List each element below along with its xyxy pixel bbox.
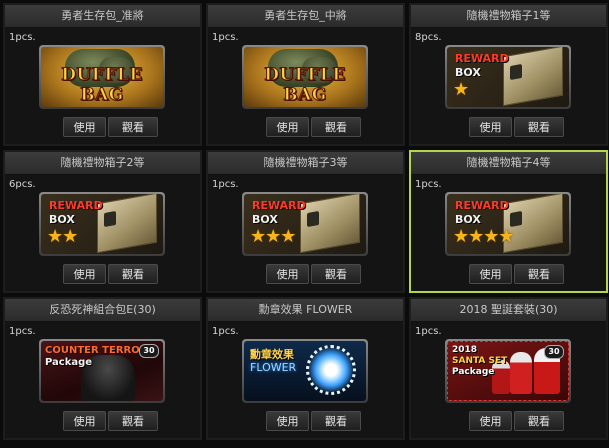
item-thumbnail: REWARD BOX ★★★★ (445, 192, 571, 256)
star-rating: ★★ (47, 226, 78, 247)
counter-terror-label: COUNTER TERROR (45, 345, 148, 356)
use-button[interactable]: 使用 (469, 117, 512, 137)
item-quantity: 1pcs. (212, 32, 239, 43)
view-button[interactable]: 觀看 (108, 117, 158, 137)
star-rating: ★ (453, 79, 469, 100)
package-label: Package (45, 357, 93, 368)
use-button[interactable]: 使用 (63, 264, 106, 284)
item-title: 隨機禮物箱子1等 (411, 5, 606, 28)
reward-box-icon: REWARD BOX ★ (447, 47, 569, 107)
box-label: BOX (455, 66, 481, 79)
use-button[interactable]: 使用 (266, 411, 309, 431)
box-label: BOX (252, 213, 278, 226)
item-card-duffle-bag-lt-general[interactable]: 勇者生存包_中將 1pcs. DUFFLE BAG 使用 觀看 (206, 3, 405, 146)
item-thumbnail: DUFFLE BAG (242, 45, 368, 109)
item-thumbnail: REWARD BOX ★ (445, 45, 571, 109)
item-quantity: 8pcs. (415, 32, 442, 43)
duration-badge: 30 (544, 345, 564, 359)
item-thumbnail: DUFFLE BAG (39, 45, 165, 109)
inventory-grid: 勇者生存包_准將 1pcs. DUFFLE BAG 使用 觀看 勇者生存包_中將… (0, 0, 609, 448)
duffle-bag-icon: DUFFLE BAG (244, 47, 366, 107)
reward-label: REWARD (49, 199, 103, 212)
item-title: 2018 聖誕套裝(30) (411, 299, 606, 322)
box-label: BOX (455, 213, 481, 226)
item-quantity: 1pcs. (212, 326, 239, 337)
item-title: 隨機禮物箱子4等 (411, 152, 606, 175)
item-title: 勇者生存包_准將 (5, 5, 200, 28)
view-button[interactable]: 觀看 (514, 264, 564, 284)
item-card-reward-box-1[interactable]: 隨機禮物箱子1等 8pcs. REWARD BOX ★ 使用 觀看 (409, 3, 608, 146)
use-button[interactable]: 使用 (266, 117, 309, 137)
item-title: 反恐死神組合包E(30) (5, 299, 200, 322)
year-label: 2018 (452, 345, 478, 355)
item-quantity: 1pcs. (9, 32, 36, 43)
item-thumbnail: 勳章效果 FLOWER (242, 339, 368, 403)
use-button[interactable]: 使用 (266, 264, 309, 284)
item-thumbnail: REWARD BOX ★★ (39, 192, 165, 256)
item-title: 勳章效果 FLOWER (208, 299, 403, 322)
duration-badge: 30 (139, 344, 159, 358)
reward-box-icon: REWARD BOX ★★★★ (447, 194, 569, 254)
item-title: 隨機禮物箱子2等 (5, 152, 200, 175)
item-thumbnail: COUNTER TERROR Package 30 (39, 339, 165, 403)
item-quantity: 1pcs. (9, 326, 36, 337)
item-title: 隨機禮物箱子3等 (208, 152, 403, 175)
use-button[interactable]: 使用 (469, 264, 512, 284)
use-button[interactable]: 使用 (63, 117, 106, 137)
view-button[interactable]: 觀看 (311, 117, 361, 137)
item-thumbnail: 2018 SANTA SET Package 30 (445, 339, 571, 403)
flower-medal-icon: 勳章效果 FLOWER (244, 341, 366, 401)
reward-label: REWARD (252, 199, 306, 212)
star-rating: ★★★★ (453, 226, 515, 247)
view-button[interactable]: 觀看 (108, 411, 158, 431)
reward-box-icon: REWARD BOX ★★ (41, 194, 163, 254)
box-label: BOX (49, 213, 75, 226)
view-button[interactable]: 觀看 (311, 264, 361, 284)
item-quantity: 1pcs. (212, 179, 239, 190)
duffle-bag-label: DUFFLE BAG (61, 65, 143, 106)
item-card-santa-set[interactable]: 2018 聖誕套裝(30) 1pcs. 2018 SANTA SET Packa… (409, 297, 608, 440)
view-button[interactable]: 觀看 (311, 411, 361, 431)
reward-label: REWARD (455, 199, 509, 212)
item-card-medal-flower[interactable]: 勳章效果 FLOWER 1pcs. 勳章效果 FLOWER 使用 觀看 (206, 297, 405, 440)
duffle-bag-icon: DUFFLE BAG (41, 47, 163, 107)
use-button[interactable]: 使用 (469, 411, 512, 431)
flower-label: FLOWER (250, 361, 297, 374)
santa-set-icon: 2018 SANTA SET Package 30 (447, 341, 569, 401)
reward-label: REWARD (455, 52, 509, 65)
item-card-counter-terror-package[interactable]: 反恐死神組合包E(30) 1pcs. COUNTER TERROR Packag… (3, 297, 202, 440)
medal-effect-label: 勳章效果 (250, 348, 294, 361)
item-quantity: 1pcs. (415, 179, 442, 190)
item-title: 勇者生存包_中將 (208, 5, 403, 28)
use-button[interactable]: 使用 (63, 411, 106, 431)
star-rating: ★★★ (250, 226, 296, 247)
view-button[interactable]: 觀看 (108, 264, 158, 284)
package-label: Package (452, 367, 495, 377)
item-card-reward-box-4[interactable]: 隨機禮物箱子4等 1pcs. REWARD BOX ★★★★ 使用 觀看 (409, 150, 608, 293)
item-card-reward-box-3[interactable]: 隨機禮物箱子3等 1pcs. REWARD BOX ★★★ 使用 觀看 (206, 150, 405, 293)
view-button[interactable]: 觀看 (514, 117, 564, 137)
counter-terror-package-icon: COUNTER TERROR Package 30 (41, 341, 163, 401)
item-quantity: 1pcs. (415, 326, 442, 337)
item-quantity: 6pcs. (9, 179, 36, 190)
reward-box-icon: REWARD BOX ★★★ (244, 194, 366, 254)
duffle-bag-label: DUFFLE BAG (264, 65, 346, 106)
view-button[interactable]: 觀看 (514, 411, 564, 431)
item-thumbnail: REWARD BOX ★★★ (242, 192, 368, 256)
santa-set-label: SANTA SET (452, 356, 508, 366)
item-card-reward-box-2[interactable]: 隨機禮物箱子2等 6pcs. REWARD BOX ★★ 使用 觀看 (3, 150, 202, 293)
item-card-duffle-bag-brigadier[interactable]: 勇者生存包_准將 1pcs. DUFFLE BAG 使用 觀看 (3, 3, 202, 146)
